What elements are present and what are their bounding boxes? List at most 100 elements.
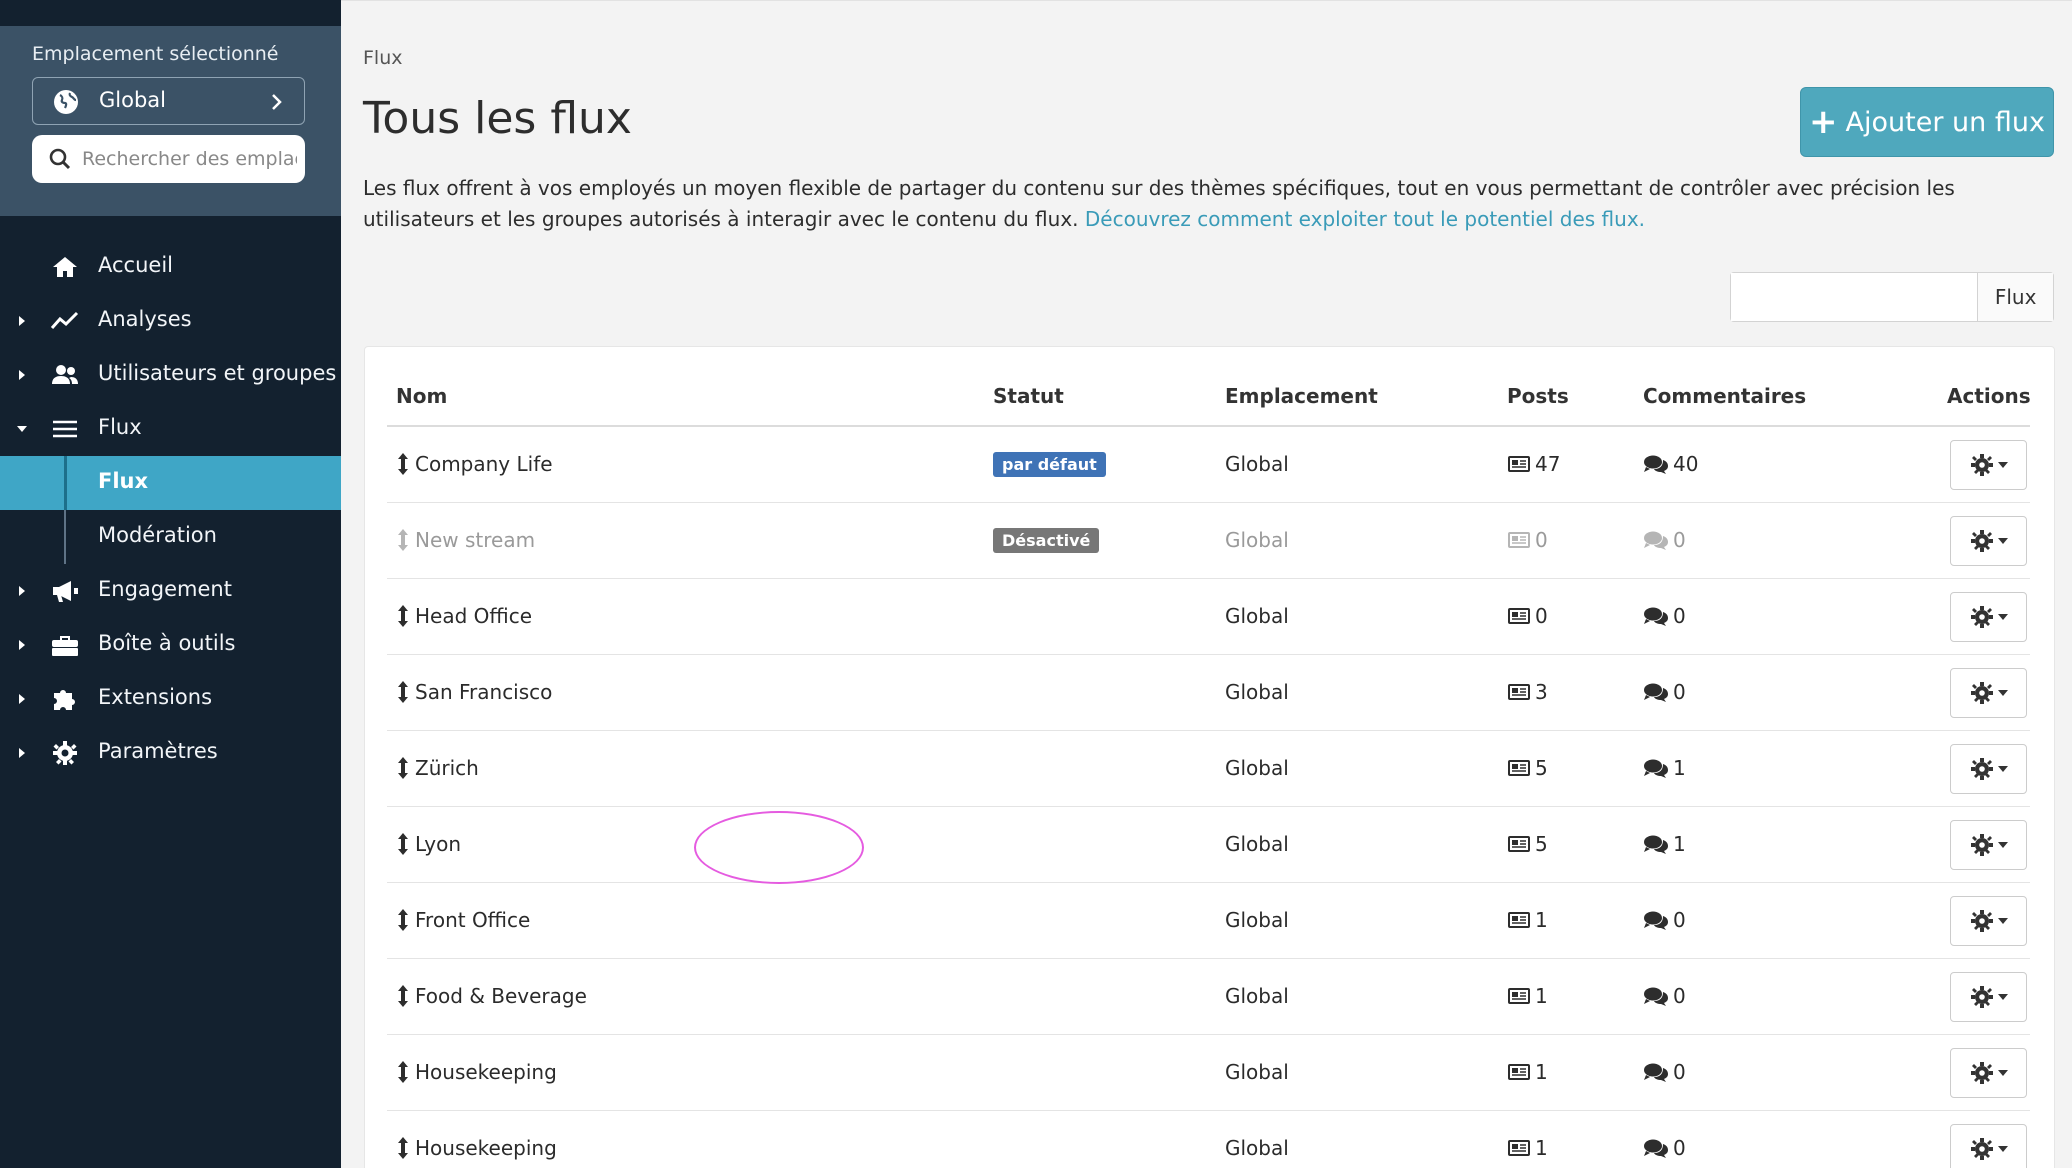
column-header-status[interactable]: Statut (993, 384, 1064, 408)
row-actions-button[interactable] (1950, 440, 2027, 490)
sidebar-item-label: Flux (98, 469, 149, 493)
table-row[interactable]: Zürich Global 5 1 (387, 731, 2030, 807)
newspaper-icon (1508, 608, 1530, 624)
caret-down-icon (1997, 766, 2008, 772)
table-row[interactable]: Housekeeping Global 1 0 (387, 1035, 2030, 1111)
sidebar-item-flux[interactable]: Flux (0, 456, 341, 510)
stream-posts: 1 (1507, 1136, 1548, 1160)
stream-name[interactable]: Housekeeping (397, 1060, 557, 1084)
stream-name[interactable]: Housekeeping (397, 1136, 557, 1160)
newspaper-icon (1508, 456, 1530, 472)
posts-count: 1 (1535, 1136, 1548, 1160)
column-header-name[interactable]: Nom (396, 384, 447, 408)
sidebar-item-users-groups[interactable]: Utilisateurs et groupes (0, 348, 341, 402)
row-actions-button[interactable] (1950, 516, 2027, 566)
sort-handle-icon[interactable] (397, 908, 409, 932)
stream-location: Global (1225, 984, 1289, 1008)
stream-filter-input[interactable] (1731, 273, 1978, 321)
posts-count: 0 (1535, 604, 1548, 628)
gear-icon (1970, 1138, 1993, 1160)
sidebar-item-label: Engagement (98, 577, 232, 601)
column-header-location[interactable]: Emplacement (1225, 384, 1378, 408)
posts-count: 1 (1535, 1060, 1548, 1084)
row-actions-button[interactable] (1950, 972, 2027, 1022)
sidebar-item-engagement[interactable]: Engagement (0, 564, 341, 618)
sort-handle-icon[interactable] (397, 604, 409, 628)
location-search-input[interactable] (82, 141, 297, 177)
table-row[interactable]: Food & Beverage Global 1 0 (387, 959, 2030, 1035)
stream-posts: 3 (1507, 680, 1548, 704)
stream-posts: 0 (1507, 604, 1548, 628)
sort-handle-icon[interactable] (397, 680, 409, 704)
row-actions-button[interactable] (1950, 1048, 2027, 1098)
sidebar-item-label: Utilisateurs et groupes (98, 361, 337, 385)
add-stream-button[interactable]: + Ajouter un flux (1800, 87, 2054, 157)
sidebar-item-settings[interactable]: Paramètres (0, 726, 341, 780)
comments-icon (1644, 683, 1668, 702)
stream-name-text: Food & Beverage (415, 984, 587, 1008)
sidebar-item-moderation[interactable]: Modération (0, 510, 341, 564)
stream-name[interactable]: Food & Beverage (397, 984, 587, 1008)
sidebar-item-analyses[interactable]: Analyses (0, 294, 341, 348)
learn-more-link[interactable]: Découvrez comment exploiter tout le pote… (1085, 207, 1645, 231)
sort-handle-icon[interactable] (397, 984, 409, 1008)
table-body: Company Life par défaut Global 47 40 New… (387, 427, 2030, 1168)
row-actions-button[interactable] (1950, 744, 2027, 794)
sidebar-item-label: Extensions (98, 685, 213, 709)
table-row[interactable]: San Francisco Global 3 0 (387, 655, 2030, 731)
toolbox-icon (52, 636, 78, 656)
table-row[interactable]: Lyon Global 5 1 (387, 807, 2030, 883)
stream-location: Global (1225, 1136, 1289, 1160)
column-header-posts[interactable]: Posts (1507, 384, 1569, 408)
stream-name[interactable]: San Francisco (397, 680, 552, 704)
comments-icon (1644, 607, 1668, 626)
caret-down-icon (1997, 842, 2008, 848)
table-row[interactable]: Front Office Global 1 0 (387, 883, 2030, 959)
comments-icon (1644, 911, 1668, 930)
sidebar-item-extensions[interactable]: Extensions (0, 672, 341, 726)
sort-handle-icon[interactable] (397, 452, 409, 476)
sidebar-item-toolbox[interactable]: Boîte à outils (0, 618, 341, 672)
sidebar: Emplacement sélectionné Global Accueil A… (0, 0, 341, 1168)
stream-name[interactable]: New stream (397, 528, 535, 552)
column-header-comments[interactable]: Commentaires (1643, 384, 1806, 408)
stream-posts: 1 (1507, 984, 1548, 1008)
table-row[interactable]: Company Life par défaut Global 47 40 (387, 427, 2030, 503)
newspaper-icon (1508, 532, 1530, 548)
row-actions-button[interactable] (1950, 896, 2027, 946)
sort-handle-icon[interactable] (397, 832, 409, 856)
sidebar-item-accueil[interactable]: Accueil (0, 240, 341, 294)
caret-down-icon (1997, 538, 2008, 544)
location-selector[interactable]: Global (32, 77, 305, 125)
table-row[interactable]: Housekeeping Global 1 0 (387, 1111, 2030, 1168)
stream-name[interactable]: Company Life (397, 452, 553, 476)
sort-handle-icon[interactable] (397, 756, 409, 780)
newspaper-icon (1508, 684, 1530, 700)
column-header-actions: Actions (1947, 384, 2031, 408)
newspaper-icon (1508, 760, 1530, 776)
table-row[interactable]: New stream Désactivé Global 0 0 (387, 503, 2030, 579)
gear-icon (1970, 454, 1993, 476)
sidebar-item-flux-group[interactable]: Flux (0, 402, 341, 456)
stream-name[interactable]: Zürich (397, 756, 479, 780)
gear-icon (1970, 758, 1993, 780)
list-icon (53, 420, 77, 438)
row-actions-button[interactable] (1950, 668, 2027, 718)
stream-name[interactable]: Lyon (397, 832, 461, 856)
row-actions-button[interactable] (1950, 820, 2027, 870)
sort-handle-icon[interactable] (397, 1136, 409, 1160)
stream-filter-button[interactable]: Flux (1977, 273, 2053, 321)
sort-handle-icon[interactable] (397, 528, 409, 552)
table-row[interactable]: Head Office Global 0 0 (387, 579, 2030, 655)
sort-handle-icon[interactable] (397, 1060, 409, 1084)
row-actions-button[interactable] (1950, 592, 2027, 642)
row-actions-button[interactable] (1950, 1124, 2027, 1168)
stream-posts: 1 (1507, 1060, 1548, 1084)
stream-name[interactable]: Front Office (397, 908, 530, 932)
comments-count: 0 (1673, 908, 1686, 932)
stream-name[interactable]: Head Office (397, 604, 532, 628)
location-search[interactable] (32, 135, 305, 183)
puzzle-icon (54, 690, 75, 710)
caret-down-icon (1997, 994, 2008, 1000)
table-header: Nom Statut Emplacement Posts Commentaire… (387, 347, 2031, 427)
